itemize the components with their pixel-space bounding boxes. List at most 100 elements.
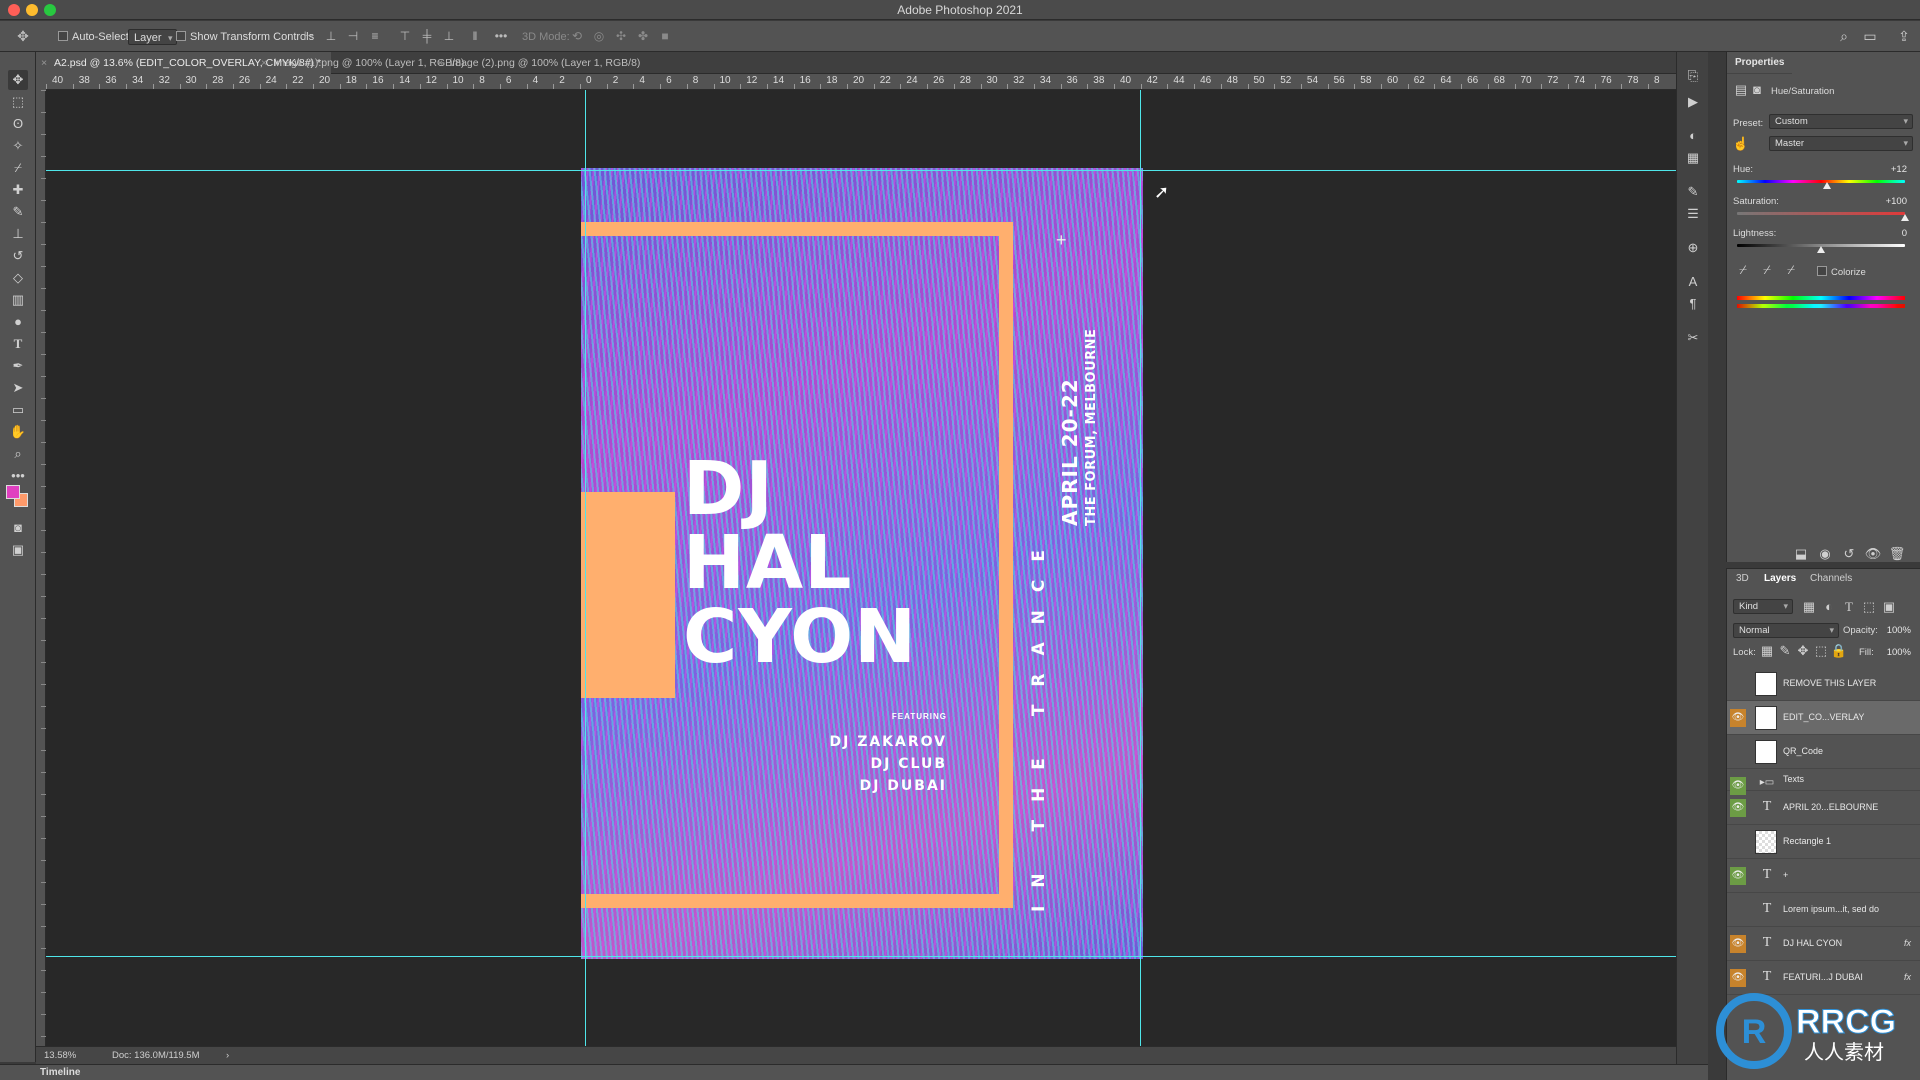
dodge-tool-icon[interactable]: ● <box>8 312 28 332</box>
magic-wand-tool-icon[interactable]: ✧ <box>8 136 28 156</box>
close-tab-icon[interactable]: × <box>41 52 47 74</box>
delete-adjustment-icon[interactable]: 🗑 <box>1887 544 1907 564</box>
history-brush-tool-icon[interactable]: ↺ <box>8 246 28 266</box>
character-panel-icon[interactable]: A <box>1683 272 1703 292</box>
foreground-color-swatch[interactable] <box>6 485 20 499</box>
visibility-eye-icon[interactable] <box>1730 901 1746 919</box>
opacity-value[interactable]: 100% <box>1877 625 1911 636</box>
reset-icon[interactable]: ↺ <box>1839 544 1859 564</box>
auto-select-checkbox[interactable]: Auto-Select: <box>58 29 132 45</box>
clone-source-icon[interactable]: ⊕ <box>1683 238 1703 258</box>
filter-type-icon[interactable]: T <box>1839 597 1859 617</box>
close-tab-icon[interactable]: × <box>437 52 443 74</box>
kind-filter-dropdown[interactable]: Kind <box>1733 599 1793 614</box>
filter-shape-icon[interactable]: ⬚ <box>1859 597 1879 617</box>
more-tools-icon[interactable]: ••• <box>8 466 28 486</box>
zoom-level[interactable]: 13.58% <box>44 1050 76 1061</box>
visibility-eye-icon[interactable]: 👁 <box>1730 935 1746 953</box>
tools-settings-icon[interactable]: ✂ <box>1683 328 1703 348</box>
eyedropper-subtract-icon[interactable]: ⌿ <box>1781 260 1801 280</box>
move-tool-icon[interactable]: ✥ <box>16 29 30 43</box>
3d-orbit-icon[interactable]: ⟲ <box>570 29 584 43</box>
horizontal-ruler[interactable]: 40 38 36 34 32 30 28 26 24 22 20 18 16 14 12 10 8 6 4 2 0 2 4 6… <box>46 74 1676 90</box>
lock-paint-icon[interactable]: ✎ <box>1775 641 1795 661</box>
align-top-icon[interactable]: ⊤ <box>398 29 412 43</box>
close-tab-icon[interactable]: × <box>261 52 267 74</box>
rectangle-tool-icon[interactable]: ▭ <box>8 400 28 420</box>
lightness-slider-thumb[interactable] <box>1817 246 1825 253</box>
guide-vertical-right[interactable] <box>1140 90 1141 1046</box>
pen-tool-icon[interactable]: ✒ <box>8 356 28 376</box>
fill-value[interactable]: 100% <box>1877 647 1911 658</box>
3d-roll-icon[interactable]: ◎ <box>592 29 606 43</box>
layer-row[interactable]: Rectangle 1 <box>1727 825 1920 859</box>
stamp-tool-icon[interactable]: ⊥ <box>8 224 28 244</box>
align-right-icon[interactable]: ⊣ <box>346 29 360 43</box>
visibility-eye-icon[interactable]: 👁 <box>1730 799 1746 817</box>
poster-artwork[interactable]: DJ HAL CYON FEATURING DJ ZAKAROV DJ CLUB… <box>581 168 1143 959</box>
blend-mode-dropdown[interactable]: Normal <box>1733 623 1839 638</box>
lock-all-icon[interactable]: 🔒 <box>1829 641 1849 661</box>
distribute-vertical-icon[interactable]: ‖ <box>468 29 482 43</box>
lock-artboard-icon[interactable]: ⬚ <box>1811 641 1831 661</box>
eyedropper-icon[interactable]: ⌿ <box>1733 260 1753 280</box>
layer-effects-icon[interactable]: fx <box>1904 938 1911 948</box>
paragraph-panel-icon[interactable]: ¶ <box>1683 294 1703 314</box>
align-bottom-icon[interactable]: ⊥ <box>442 29 456 43</box>
filter-pixel-icon[interactable]: ▦ <box>1799 597 1819 617</box>
layer-row[interactable]: 👁 T DJ HAL CYON fx <box>1727 927 1920 961</box>
align-middle-icon[interactable]: ╪ <box>420 29 434 43</box>
3d-pan-icon[interactable]: ✣ <box>614 29 628 43</box>
workspace-icon[interactable]: ▭ <box>1860 26 1880 46</box>
actions-panel-icon[interactable]: ▶ <box>1683 92 1703 112</box>
filter-adjustment-icon[interactable]: ◐ <box>1819 597 1839 617</box>
layer-row[interactable]: QR_Code <box>1727 735 1920 769</box>
lock-position-icon[interactable]: ✥ <box>1793 641 1813 661</box>
show-transform-checkbox[interactable]: Show Transform Controls <box>176 29 314 45</box>
saturation-value[interactable]: +100 <box>1867 196 1907 207</box>
guide-horizontal-top[interactable] <box>46 170 1676 171</box>
tab-3d[interactable]: 3D <box>1729 569 1756 589</box>
hue-slider-thumb[interactable] <box>1822 182 1831 189</box>
healing-brush-tool-icon[interactable]: ✚ <box>8 180 28 200</box>
visibility-toggle-icon[interactable]: 👁 <box>1863 544 1883 564</box>
hue-value[interactable]: +12 <box>1867 164 1907 175</box>
swatches-panel-icon[interactable]: ▦ <box>1683 148 1703 168</box>
visibility-eye-icon[interactable]: 👁 <box>1730 709 1746 727</box>
quick-mask-icon[interactable]: ◙ <box>8 518 28 538</box>
saturation-slider-track[interactable] <box>1737 212 1905 215</box>
visibility-eye-icon[interactable] <box>1730 743 1746 761</box>
targeted-adjustment-hand-icon[interactable]: ☝ <box>1731 134 1751 154</box>
layer-row[interactable]: 👁 ▸▭ Texts <box>1727 769 1920 795</box>
eraser-tool-icon[interactable]: ◇ <box>8 268 28 288</box>
channel-dropdown[interactable]: Master <box>1769 136 1913 151</box>
guide-vertical-left[interactable] <box>585 90 586 1046</box>
guide-horizontal-bottom[interactable] <box>46 956 1676 957</box>
distribute-icon[interactable]: ≡ <box>368 29 382 43</box>
layer-row[interactable]: T Lorem ipsum...it, sed do <box>1727 893 1920 927</box>
lock-pixels-icon[interactable]: ▦ <box>1757 641 1777 661</box>
hue-slider-track[interactable] <box>1737 180 1905 183</box>
saturation-slider-thumb[interactable] <box>1901 214 1909 221</box>
search-icon[interactable]: ⌕ <box>1834 26 1854 46</box>
adjustments-panel-icon[interactable]: ◐ <box>1683 126 1703 146</box>
tab-layers[interactable]: Layers <box>1757 569 1804 589</box>
clip-to-layer-icon[interactable]: ⬓ <box>1791 544 1811 564</box>
hand-tool-icon[interactable]: ✋ <box>8 422 28 442</box>
timeline-panel-tab[interactable]: Timeline <box>0 1064 1708 1080</box>
layer-effects-icon[interactable]: fx <box>1904 972 1911 982</box>
mask-icon[interactable]: ◙ <box>1747 80 1767 100</box>
brush-settings-icon[interactable]: ☰ <box>1683 204 1703 224</box>
eyedropper-add-icon[interactable]: ⌿ <box>1757 260 1777 280</box>
type-tool-icon[interactable]: T <box>8 334 28 354</box>
layer-row[interactable]: 👁 EDIT_CO...VERLAY <box>1727 701 1920 735</box>
layer-row[interactable]: 👁 T + <box>1727 859 1920 893</box>
preset-dropdown[interactable]: Custom <box>1769 114 1913 129</box>
marquee-tool-icon[interactable]: ⬚ <box>8 92 28 112</box>
status-arrow-icon[interactable]: › <box>226 1050 229 1061</box>
path-selection-tool-icon[interactable]: ➤ <box>8 378 28 398</box>
screen-mode-icon[interactable]: ▣ <box>8 540 28 560</box>
visibility-eye-icon[interactable] <box>1730 675 1746 693</box>
colorize-checkbox[interactable]: Colorize <box>1817 266 1866 278</box>
zoom-tool-icon[interactable]: ⌕ <box>8 444 28 464</box>
